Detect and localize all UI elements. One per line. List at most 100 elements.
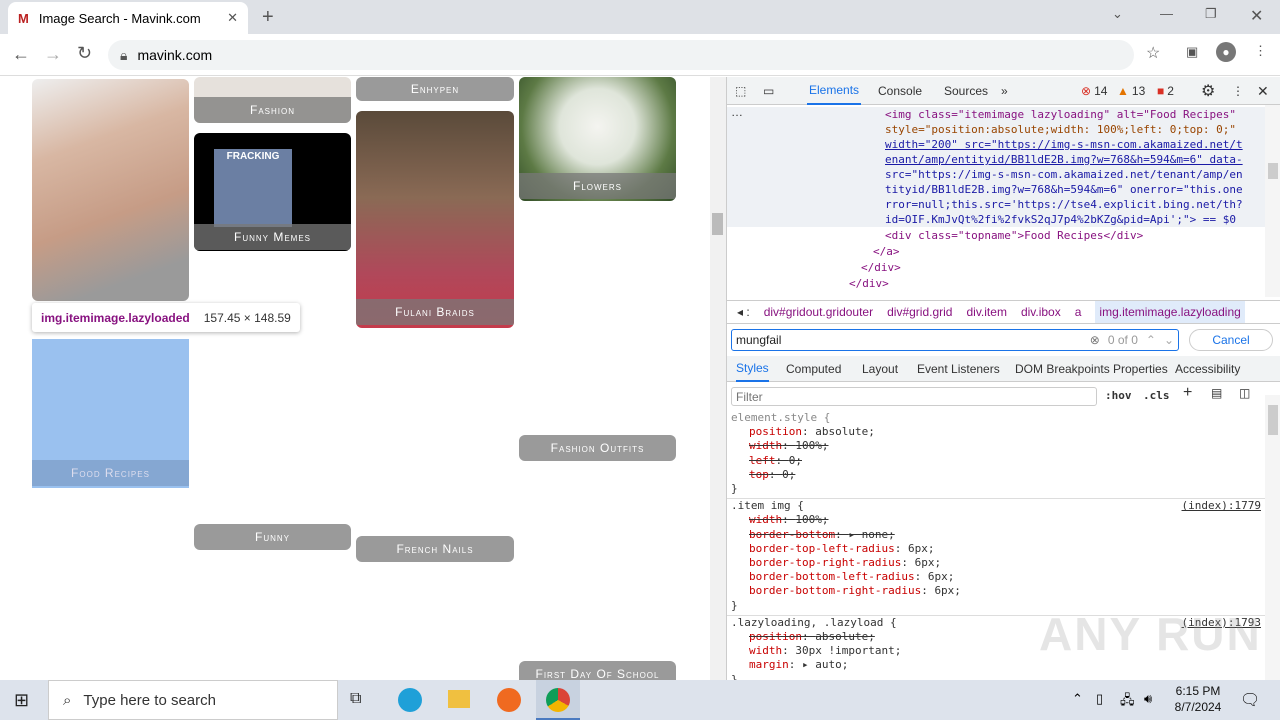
edge-icon[interactable] [398,688,422,712]
style-declaration[interactable]: left: 0; [731,454,1261,468]
image-tile-flowers[interactable]: Flowers [519,77,676,201]
styles-subtabs: Styles Computed Layout Event Listeners D… [727,356,1280,382]
style-declaration[interactable]: width: 100%; [731,439,1261,453]
reload-icon[interactable]: ↻ [77,43,92,64]
breadcrumb-scroll-left-icon[interactable]: ◂ : [737,305,750,319]
breadcrumb-item[interactable]: div#grid.grid [887,305,952,319]
style-declaration[interactable]: border-top-left-radius: 6px; [731,542,1261,556]
rule-source-link[interactable]: (index):1779 [1182,499,1261,513]
close-window-icon[interactable]: ✕ [1250,6,1263,26]
subtab-event-listeners[interactable]: Event Listeners [917,356,1000,382]
next-match-icon[interactable]: ⌄ [1164,333,1174,347]
style-declaration[interactable]: border-bottom: ▸ none; [731,528,1261,542]
tab-console[interactable]: Console [878,77,922,105]
breadcrumb-item[interactable]: a [1075,305,1082,319]
styles-scrollbar[interactable] [1265,395,1280,680]
new-style-rule-icon[interactable]: + [1183,384,1192,402]
image-tile-food-recipes[interactable]: Food Recipes [32,339,189,488]
scroll-thumb[interactable] [712,213,723,235]
style-declaration[interactable]: width: 100%; [731,513,1261,527]
dom-node[interactable]: </div> [849,276,889,291]
toggle-sidebar-icon[interactable]: ◫ [1239,386,1250,400]
subtab-styles[interactable]: Styles [736,356,769,382]
windows-start-icon[interactable]: ⊞ [14,690,29,711]
image-tile-funny[interactable]: Funny [194,524,351,550]
address-bar[interactable]: 🔒︎ mavink.com [108,40,1134,70]
browser-tab[interactable]: M Image Search - Mavink.com ✕ [8,2,248,34]
subtab-computed[interactable]: Computed [786,356,841,382]
chrome-taskbar-button[interactable] [536,680,580,720]
taskbar-search[interactable]: ⌕ Type here to search [48,680,338,720]
tab-search-icon[interactable]: ⌄ [1112,6,1123,22]
breadcrumb-item[interactable]: div.item [966,305,1006,319]
hov-toggle[interactable]: :hov [1105,388,1132,405]
warning-icon: ▲ [1117,84,1129,98]
dom-node[interactable]: </div> [861,260,901,275]
new-tab-icon[interactable]: + [262,6,274,29]
style-declaration[interactable]: border-top-right-radius: 6px; [731,556,1261,570]
menu-icon[interactable]: ⋮ [1254,43,1267,59]
bookmark-star-icon[interactable]: ☆ [1146,43,1160,63]
subtab-properties[interactable]: Properties [1113,356,1168,382]
file-explorer-icon[interactable] [448,690,470,708]
tab-sources[interactable]: Sources [944,77,988,105]
image-tile-french-nails[interactable]: French Nails [356,536,514,562]
cancel-search-button[interactable]: Cancel [1189,329,1273,351]
breadcrumb-item[interactable]: div.ibox [1021,305,1061,319]
image-tile-enhypen[interactable]: Enhypen [356,77,514,101]
devtools-panel: ⬚ ▭ Elements Console Sources » ⊗ 14 ▲ 13 ■… [726,77,1280,680]
back-icon[interactable]: ← [12,44,30,65]
firefox-icon[interactable] [497,688,521,712]
subtab-dom-breakpoints[interactable]: DOM Breakpoints [1015,356,1110,382]
image-tile-fashion-outfits[interactable]: Fashion Outfits [519,435,676,461]
cls-toggle[interactable]: .cls [1143,388,1170,405]
task-view-icon[interactable]: ⧉ [350,690,361,708]
dom-node[interactable]: <div class="topname">Food Recipes</div> [885,228,1143,243]
restore-icon[interactable]: ❐ [1205,6,1217,22]
tab-elements[interactable]: Elements [807,77,862,105]
styles-filter-input[interactable] [731,387,1097,406]
tray-chevron-icon[interactable]: ⌃ [1072,691,1083,707]
device-toolbar-icon[interactable]: ▭ [763,77,774,105]
tray-device-icon[interactable]: ▯ [1096,691,1103,707]
warning-count[interactable]: ▲ 13 [1117,77,1145,105]
image-tile-fulani-braids[interactable]: Fulani Braids [356,111,514,328]
more-tabs-icon[interactable]: » [1001,77,1008,105]
dom-node[interactable]: </a> [873,244,900,259]
previous-match-icon[interactable]: ⌃ [1146,333,1156,347]
forward-icon[interactable]: → [44,44,62,65]
style-declaration[interactable]: border-bottom-left-radius: 6px; [731,570,1261,584]
issues-count[interactable]: ■ 2 [1157,77,1174,105]
side-panel-icon[interactable]: ▣ [1186,44,1198,60]
image-tile-funny-memes[interactable]: FRACKING Funny Memes [194,133,351,251]
dom-search-input[interactable]: mungfail ⊗ 0 of 0 ⌃ ⌄ [731,329,1179,351]
settings-gear-icon[interactable]: ⚙ [1201,77,1215,105]
page-scrollbar[interactable] [710,77,726,680]
network-icon[interactable]: 🖧︎ [1120,691,1135,713]
style-declaration[interactable]: top: 0; [731,468,1261,482]
close-tab-icon[interactable]: ✕ [227,10,238,26]
paint-brush-icon[interactable]: ▤ [1211,386,1222,400]
subtab-layout[interactable]: Layout [862,356,898,382]
style-declaration[interactable]: border-bottom-right-radius: 6px; [731,584,1261,598]
close-devtools-icon[interactable]: ✕ [1257,77,1269,105]
image-tile-nails[interactable] [32,79,189,301]
breadcrumb-item-selected[interactable]: img.itemimage.lazyloading [1095,301,1245,323]
dom-scrollbar[interactable] [1265,105,1280,297]
error-count[interactable]: ⊗ 14 [1081,77,1107,105]
image-tile-fashion[interactable]: Fashion [194,77,351,123]
clock[interactable]: 6:15 PM 8/7/2024 [1170,683,1226,715]
minimize-icon[interactable]: — [1160,6,1173,21]
clear-search-icon[interactable]: ⊗ [1090,333,1100,347]
subtab-accessibility[interactable]: Accessibility [1175,356,1240,382]
tile-label: Flowers [519,173,676,199]
volume-icon[interactable]: 🔊︎ [1144,691,1152,707]
image-tile-first-day-of-school[interactable]: First Day Of School [519,661,676,680]
style-declaration[interactable]: position: absolute; [731,425,1261,439]
breadcrumb-item[interactable]: div#gridout.gridouter [764,305,873,319]
profile-avatar[interactable]: ● [1216,42,1236,62]
notifications-icon[interactable]: 🗨︎ [1240,690,1260,710]
selected-node[interactable]: <img class="itemimage lazyloading" alt="… [885,107,1243,227]
inspect-element-icon[interactable]: ⬚ [735,77,746,105]
more-options-icon[interactable]: ⋮ [1232,77,1244,105]
